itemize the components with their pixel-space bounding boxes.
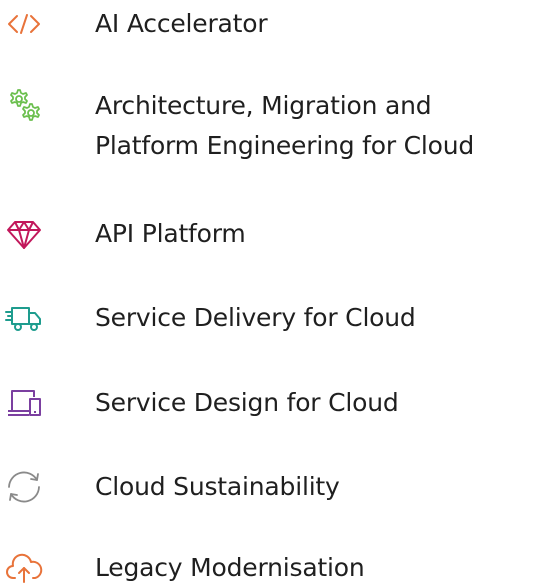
refresh-cycle-icon (4, 467, 44, 507)
diamond-icon (4, 214, 44, 254)
service-label: Legacy Modernisation (95, 553, 365, 582)
gears-icon (4, 86, 44, 126)
service-label: AI Accelerator (95, 9, 268, 38)
service-label: Service Design for Cloud (95, 388, 399, 417)
service-list: AI Accelerator Architecture, Migration a… (0, 0, 547, 584)
delivery-truck-icon (4, 298, 44, 338)
devices-icon (4, 383, 44, 423)
service-label: Cloud Sustainability (95, 472, 340, 501)
service-label: Architecture, Migration and Platform Eng… (95, 91, 475, 160)
service-label: Service Delivery for Cloud (95, 303, 416, 332)
service-label: API Platform (95, 219, 246, 248)
code-brackets-icon (4, 4, 44, 44)
cloud-upload-icon (4, 548, 44, 588)
